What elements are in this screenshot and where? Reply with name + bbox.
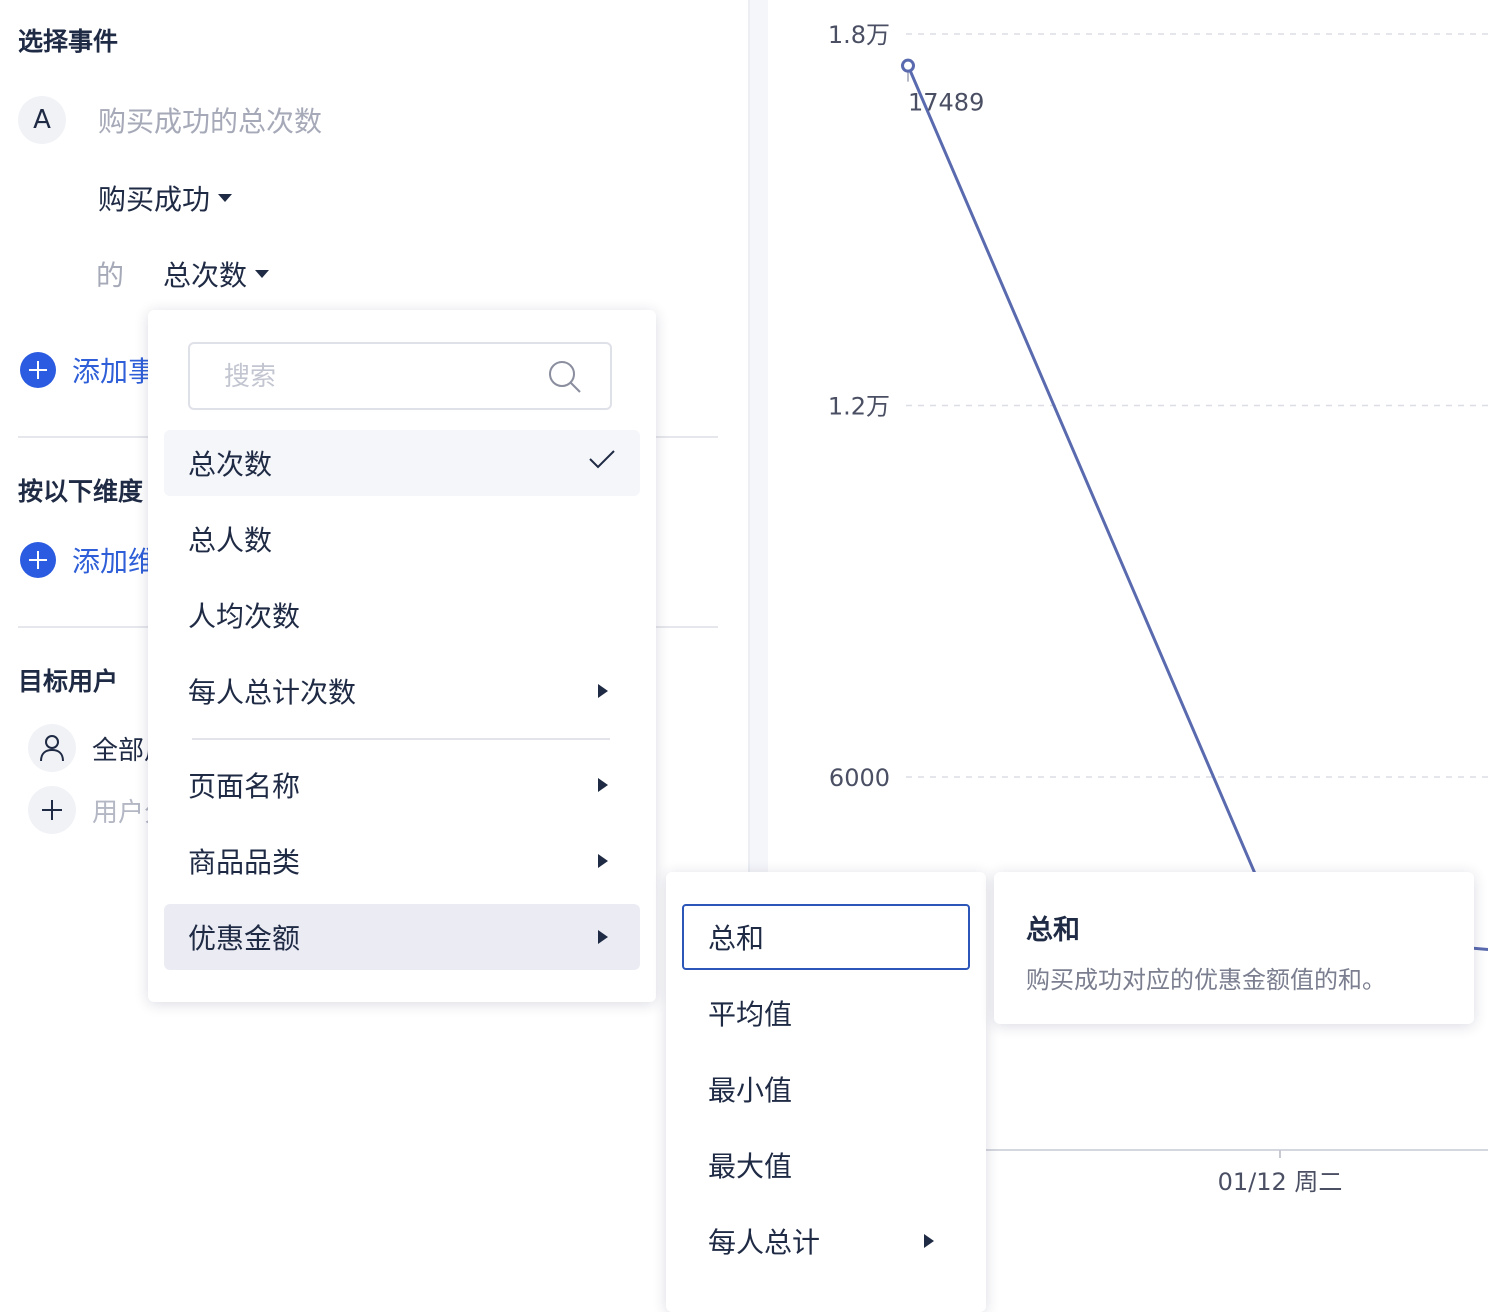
submenu-item-label: 最大值 [708,1150,793,1183]
aggregation-dropdown: 总次数 总人数 人均次数 每人总计次数 页面名称 商品品类 优惠金额 [148,310,656,1002]
data-point [901,58,915,73]
dropdown-item-label: 每人总计次数 [188,676,357,709]
dropdown-item-total-count[interactable]: 总次数 [164,430,640,496]
event-select-label: 购买成功 [98,183,211,216]
series-line [906,65,1488,952]
search-box[interactable] [188,342,612,410]
submenu-item-per-user-total[interactable]: 每人总计 [682,1208,970,1274]
tooltip-description: 购买成功对应的优惠金额值的和。 [1026,966,1386,994]
caret-down-icon [218,194,233,202]
dropdown-item-label: 商品品类 [188,846,301,879]
data-label: 17489 [908,89,984,117]
plus-circle-icon [20,542,56,578]
submenu-item-min[interactable]: 最小值 [682,1056,970,1122]
dropdown-item-avg-per-user[interactable]: 人均次数 [164,582,640,648]
aggregation-select[interactable]: 总次数 [163,254,270,294]
dropdown-item-product-category[interactable]: 商品品类 [164,828,640,894]
dropdown-item-label: 总人数 [188,524,273,557]
select-event-title: 选择事件 [18,27,119,56]
plus-icon [28,786,76,834]
search-input[interactable] [222,358,526,396]
y-tick-label: 6000 [829,764,890,792]
user-icon [28,724,76,772]
dropdown-item-label: 页面名称 [188,770,301,803]
plus-circle-icon [20,352,56,388]
submenu-item-label: 最小值 [708,1074,793,1107]
description-tooltip: 总和 购买成功对应的优惠金额值的和。 [994,872,1474,1024]
check-icon [589,450,615,469]
dropdown-item-total-users[interactable]: 总人数 [164,506,640,572]
dropdown-item-label: 优惠金额 [188,922,301,955]
submenu-item-label: 每人总计 [708,1226,821,1259]
chevron-right-icon [598,930,608,944]
dropdown-divider [192,738,610,740]
dropdown-item-page-name[interactable]: 页面名称 [164,752,640,818]
event-select[interactable]: 购买成功 [98,178,233,218]
metric-name-input[interactable]: 购买成功的总次数 [98,100,322,140]
submenu-item-max[interactable]: 最大值 [682,1132,970,1198]
y-tick-label: 1.2万 [828,393,890,421]
target-users-title: 目标用户 [18,667,119,696]
submenu-item-label: 平均值 [708,998,793,1031]
submenu-item-average[interactable]: 平均值 [682,980,970,1046]
dropdown-item-per-user-total[interactable]: 每人总计次数 [164,658,640,724]
chevron-right-icon [598,684,608,698]
aggregation-submenu: 总和 平均值 最小值 最大值 每人总计 [666,872,986,1312]
submenu-item-sum[interactable]: 总和 [682,904,970,970]
x-tick-label: 01/12 周二 [1218,1168,1343,1196]
dropdown-item-discount-amount[interactable]: 优惠金额 [164,904,640,970]
tooltip-title: 总和 [1026,915,1080,946]
aggregation-select-label: 总次数 [163,259,248,292]
of-label: 的 [96,259,125,292]
dropdown-item-label: 人均次数 [188,600,301,633]
chevron-right-icon [924,1234,934,1248]
event-letter-badge: A [18,96,66,144]
chevron-right-icon [598,854,608,868]
y-tick-label: 1.8万 [828,21,890,49]
submenu-item-label: 总和 [708,922,765,955]
dropdown-item-label: 总次数 [188,448,273,481]
caret-down-icon [255,270,270,278]
search-icon[interactable] [548,360,582,394]
dimension-title: 按以下维度 [18,477,144,506]
chevron-right-icon [598,778,608,792]
